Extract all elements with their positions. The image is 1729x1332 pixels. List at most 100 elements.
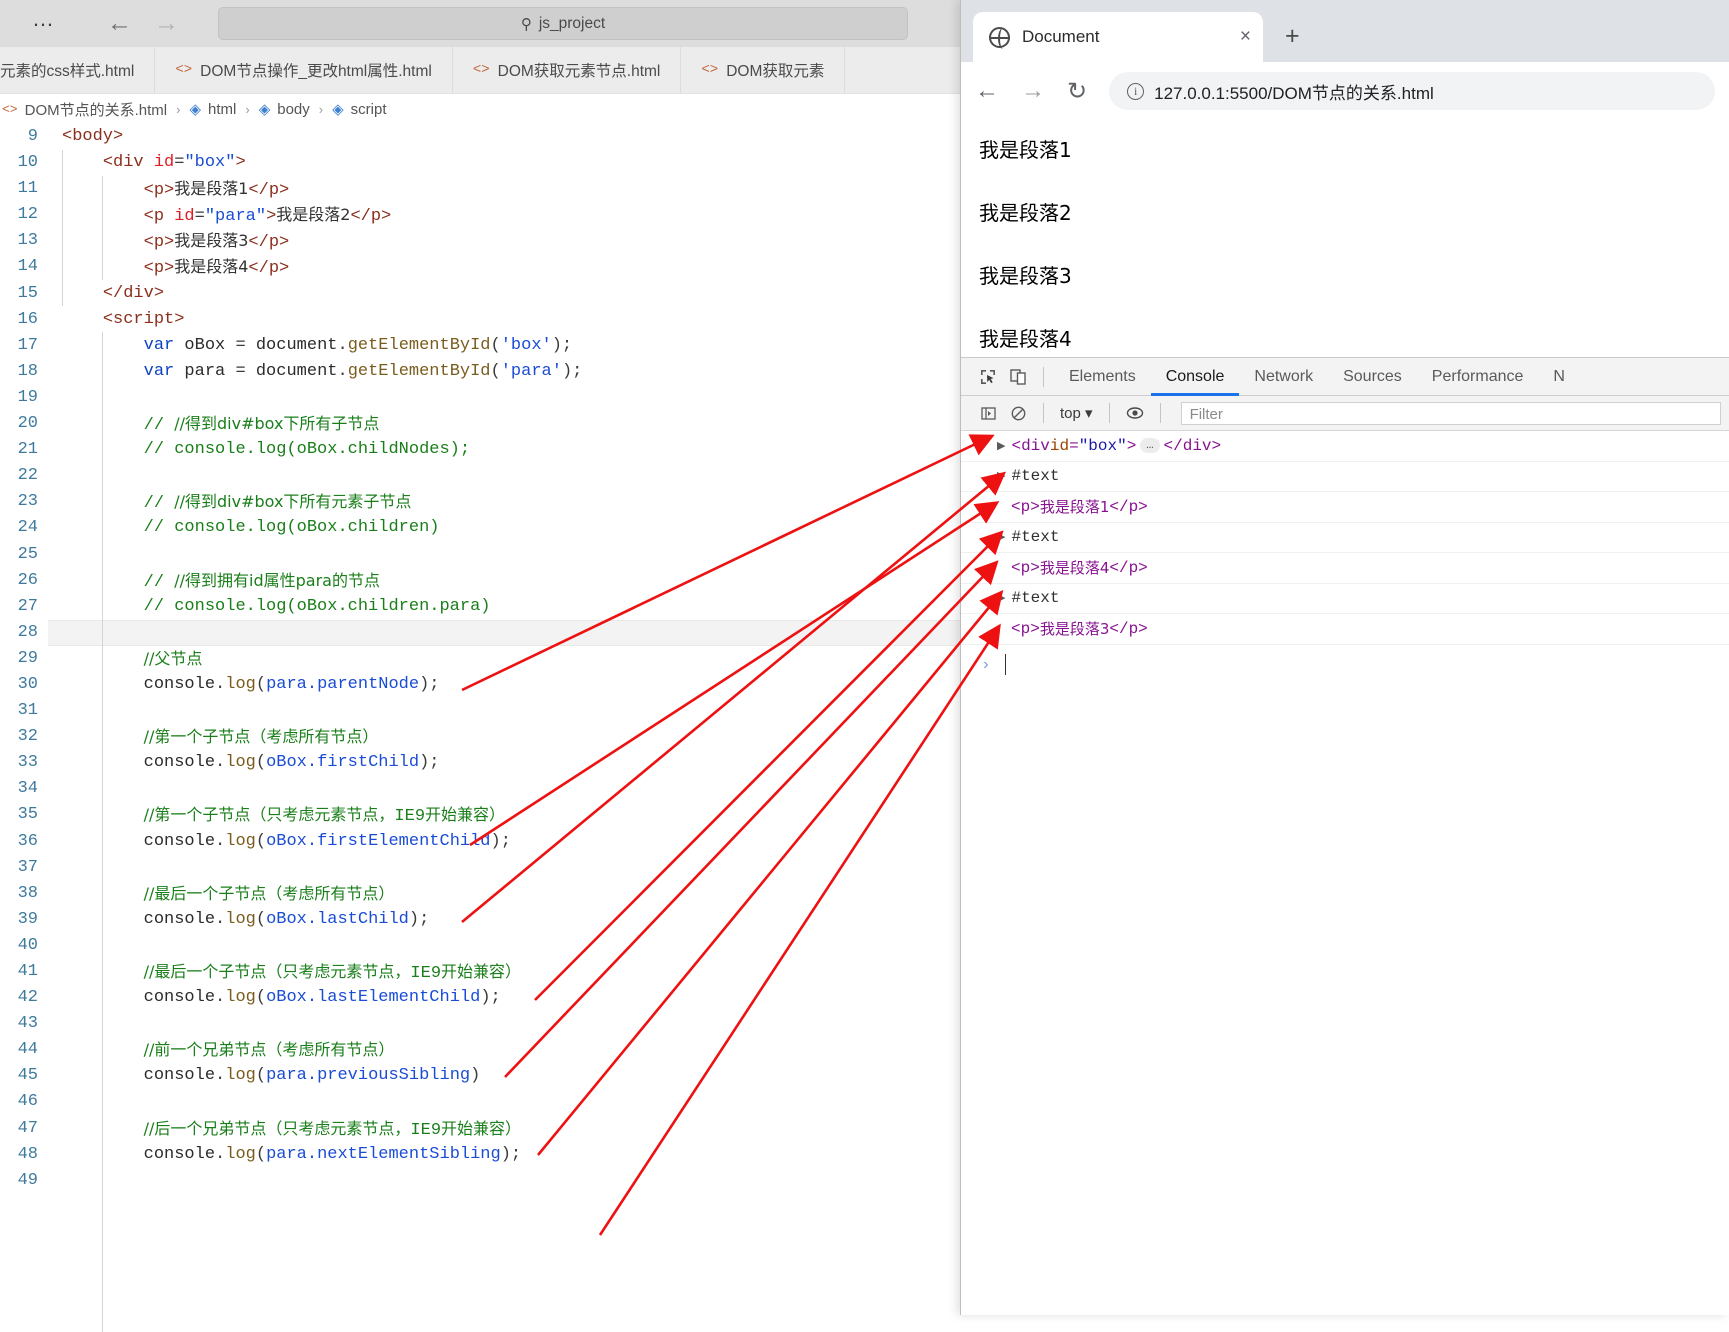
code-token: 开始兼容） xyxy=(441,1118,522,1138)
expand-triangle-icon[interactable]: ▶ xyxy=(997,530,1005,544)
code-token: <p> xyxy=(143,259,175,279)
line-number: 18 xyxy=(17,361,38,381)
console-row[interactable]: ▶ #text xyxy=(961,584,1729,614)
expand-triangle-icon[interactable]: ▶ xyxy=(997,469,1005,483)
console-filter-input[interactable]: Filter xyxy=(1180,401,1721,425)
console-row[interactable]: <p> 我是段落1 </p> xyxy=(961,492,1729,523)
line-number: 14 xyxy=(17,257,38,277)
line-number: 38 xyxy=(17,883,38,903)
devtools-tab-network[interactable]: Network xyxy=(1239,358,1328,396)
new-tab-button[interactable]: + xyxy=(1285,22,1300,51)
line-number: 21 xyxy=(17,440,38,460)
line-number: 46 xyxy=(17,1092,38,1112)
console-prompt[interactable]: › xyxy=(961,645,1729,685)
breadcrumb-item-html[interactable]: html xyxy=(208,101,236,118)
breadcrumb-item-script[interactable]: script xyxy=(351,101,387,118)
code-token: <div xyxy=(102,153,154,173)
console-token: #text xyxy=(1011,528,1060,547)
console-row[interactable]: <p> 我是段落3 </p> xyxy=(961,614,1729,645)
line-number: 48 xyxy=(17,1144,38,1164)
devtools-tab-console[interactable]: Console xyxy=(1151,358,1240,396)
command-search-box[interactable]: ⚲ js_project xyxy=(218,7,908,40)
code-token: console xyxy=(143,831,216,851)
line-number: 11 xyxy=(17,179,38,199)
close-icon[interactable]: × xyxy=(1240,26,1251,48)
html-file-icon: <> xyxy=(2,101,18,117)
code-token: console xyxy=(143,1066,216,1086)
editor-tab-label: DOM节点操作_更改html属性.html xyxy=(200,63,432,80)
address-bar[interactable]: i 127.0.0.1:5500/DOM节点的关系.html xyxy=(1109,72,1715,110)
code-token: log xyxy=(225,831,256,851)
code-token: console xyxy=(143,1144,216,1164)
console-row[interactable]: <p> 我是段落4 </p> xyxy=(961,553,1729,584)
back-icon[interactable]: ← xyxy=(107,11,132,36)
code-token: </p> xyxy=(248,259,290,279)
editor-tab-2[interactable]: <> DOM获取元素节点.html xyxy=(453,47,682,93)
expand-triangle-icon[interactable]: ▶ xyxy=(997,439,1005,453)
code-token: = xyxy=(194,207,205,227)
code-token: para.parentNode xyxy=(266,674,420,694)
code-token: 我是段落1 xyxy=(174,179,249,199)
devtools-tab-elements[interactable]: Elements xyxy=(1054,358,1151,396)
code-token: console xyxy=(143,909,216,929)
line-number: 20 xyxy=(17,414,38,434)
console-row[interactable]: ▶ #text xyxy=(961,523,1729,553)
forward-icon[interactable]: → xyxy=(154,11,179,36)
forward-icon[interactable]: → xyxy=(1021,77,1045,105)
code-token: ( xyxy=(490,335,501,355)
editor-nav-buttons: ← → xyxy=(107,11,179,36)
code-token: . xyxy=(215,988,226,1008)
devtools-tab-sources[interactable]: Sources xyxy=(1328,358,1417,396)
live-expression-icon[interactable] xyxy=(1120,401,1150,425)
line-number: 27 xyxy=(17,596,38,616)
line-number: 33 xyxy=(17,753,38,773)
divider xyxy=(1159,403,1161,423)
code-token: log xyxy=(225,753,256,773)
editor-tab-label: DOM获取元素 xyxy=(726,63,825,80)
inspect-element-icon[interactable] xyxy=(973,365,1003,389)
console-row[interactable]: ▶ #text xyxy=(961,462,1729,492)
back-icon[interactable]: ← xyxy=(975,77,999,105)
prompt-chevron-icon: › xyxy=(981,655,991,674)
expand-triangle-icon[interactable]: ▶ xyxy=(997,591,1005,605)
line-number: 24 xyxy=(17,518,38,538)
editor-tab-0[interactable]: 元素的css样式.html xyxy=(0,47,156,93)
code-token: // xyxy=(143,494,175,514)
browser-tab-strip: Document × + xyxy=(961,0,1729,62)
editor-tab-3[interactable]: <> DOM获取元素 xyxy=(681,47,846,93)
info-icon[interactable]: i xyxy=(1127,82,1145,100)
device-toolbar-icon[interactable] xyxy=(1003,365,1033,389)
console-row[interactable]: ▶ <div id = "box" >… </div> xyxy=(961,431,1729,462)
code-token: = xyxy=(235,361,246,381)
editor-tab-1[interactable]: <> DOM节点操作_更改html属性.html xyxy=(155,47,453,93)
line-number: 22 xyxy=(17,466,38,486)
console-context-selector[interactable]: top ▾ xyxy=(1054,404,1099,422)
clear-console-icon[interactable] xyxy=(1003,401,1033,425)
divider xyxy=(1108,403,1110,423)
html-file-icon: <> xyxy=(175,62,193,78)
indent-guide xyxy=(62,150,63,306)
editor-tab-label: DOM获取元素节点.html xyxy=(497,63,661,80)
code-token: ( xyxy=(255,909,267,929)
search-icon: ⚲ xyxy=(520,15,532,33)
line-number: 23 xyxy=(17,492,38,512)
code-token: //最后一个子节点（只考虑元素节点， xyxy=(143,962,411,981)
console-token: id xyxy=(1049,436,1070,455)
code-token: </p> xyxy=(248,233,290,253)
browser-tab[interactable]: Document × xyxy=(973,12,1263,62)
indent-guide xyxy=(102,332,103,1332)
more-menu-icon[interactable]: … xyxy=(32,7,55,40)
code-token: 开始兼容） xyxy=(425,805,506,825)
line-number: 36 xyxy=(17,831,38,851)
code-token: ( xyxy=(490,361,501,381)
reload-icon[interactable]: ↻ xyxy=(1067,77,1087,106)
devtools-tab-performance[interactable]: Performance xyxy=(1417,358,1539,396)
devtools-tab-memory[interactable]: N xyxy=(1538,358,1580,396)
code-token: . xyxy=(215,753,226,773)
code-token: ); xyxy=(561,361,583,381)
breadcrumb-item-file[interactable]: DOM节点的关系.html xyxy=(25,99,168,120)
console-output[interactable]: ▶ <div id = "box" >… </div> ▶ #text <p> 我是段落1 </p>… xyxy=(961,431,1729,645)
console-sidebar-icon[interactable] xyxy=(973,401,1003,425)
code-token: . xyxy=(215,831,226,851)
breadcrumb-item-body[interactable]: body xyxy=(277,101,310,118)
